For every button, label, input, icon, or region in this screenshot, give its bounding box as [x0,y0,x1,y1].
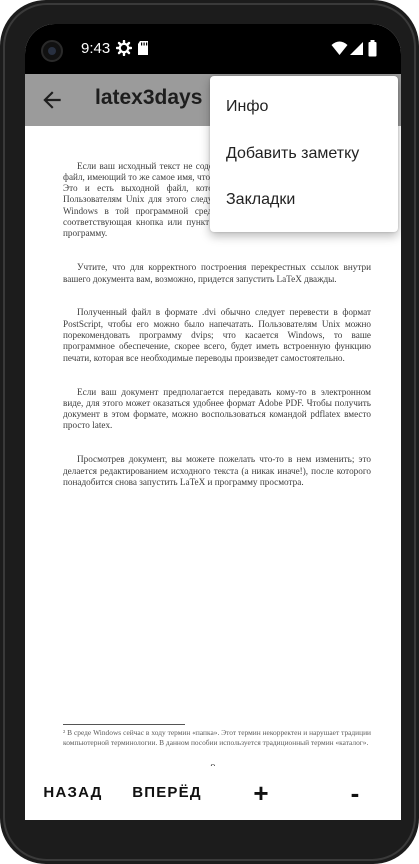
wifi-icon [331,41,348,55]
status-bar: 9:43 [25,24,401,74]
phone-frame: 9:43 latex3days Если ваш исходный текст … [0,0,419,864]
document-paragraph: Полученный файл в формате .dvi обычно сл… [63,307,374,363]
document-paragraph: Учтите, что для корректного построения п… [63,262,374,284]
screen: 9:43 latex3days Если ваш исходный текст … [25,24,401,820]
signal-icon [350,42,363,55]
front-camera [41,40,63,62]
arrow-back-icon[interactable] [39,87,65,113]
back-button[interactable]: НАЗАД [31,766,115,820]
zoom-out-button[interactable]: - [333,766,377,820]
footnote-divider [63,724,185,725]
overflow-menu: Инфо Добавить заметку Закладки [210,76,398,232]
document-paragraph: Просмотрев документ, вы можете пожелать … [63,454,374,487]
footnote: ² В среде Windows сейчас в ходу термин «… [63,728,371,747]
app-title: latex3days [95,86,203,109]
bottom-bar: НАЗАД ВПЕРЁД + - [25,766,401,820]
status-time: 9:43 [81,40,111,57]
menu-item-bookmarks[interactable]: Закладки [210,177,398,223]
gear-icon [116,40,132,56]
menu-item-add-note[interactable]: Добавить заметку [210,131,398,177]
forward-button[interactable]: ВПЕРЁД [125,766,209,820]
document-paragraph: Если ваш документ предполагается передав… [63,386,374,431]
zoom-in-button[interactable]: + [239,766,283,820]
menu-item-info[interactable]: Инфо [210,84,398,130]
sd-card-icon [138,41,148,55]
battery-icon [368,40,377,57]
